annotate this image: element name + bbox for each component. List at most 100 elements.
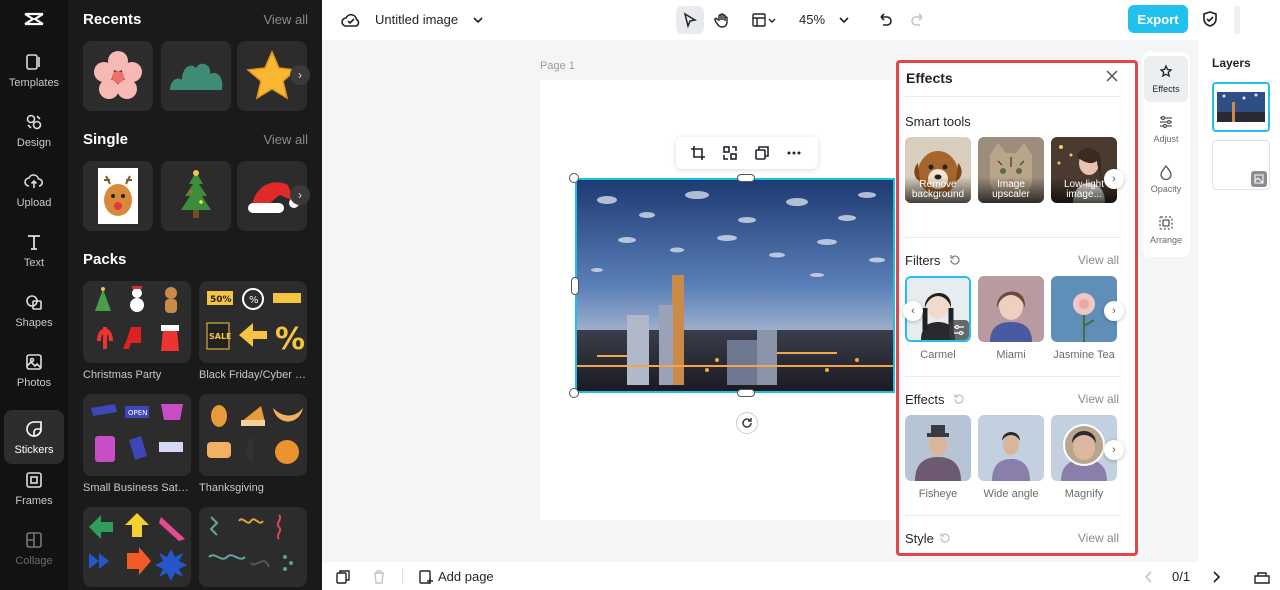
style-heading: Style [905,531,934,546]
resize-handle-bottom[interactable] [737,389,755,397]
rail-label: Templates [8,76,60,89]
prev-page-icon[interactable] [1144,571,1154,583]
capcut-logo[interactable] [22,8,46,32]
rail-item-templates[interactable]: Templates [4,42,64,98]
rail-item-collage[interactable]: Collage [4,520,64,576]
black-friday-pack-icon: 50% % SALE % [206,288,305,357]
divider [905,515,1121,516]
rail-item-design[interactable]: Design [4,102,64,158]
replace-icon[interactable] [722,145,738,161]
zoom-chevron-icon[interactable] [838,14,850,26]
cloud-sync-icon[interactable] [341,11,361,29]
export-button[interactable]: Export [1128,5,1188,33]
smart-tool-image-upscaler[interactable]: Image upscaler [978,137,1044,203]
close-icon[interactable] [1106,70,1118,82]
background-layer-badge [1251,171,1267,187]
duplicate-page-icon[interactable] [336,570,350,584]
tab-adjust[interactable]: Adjust [1144,106,1188,152]
divider [905,237,1121,238]
smart-tool-label: Remove background [905,177,971,203]
reindeer-icon [98,168,138,224]
tab-arrange[interactable]: Arrange [1144,207,1188,253]
svg-text:50%: 50% [210,295,232,305]
arrows-pack-icon [89,513,187,581]
resize-handle-top[interactable] [737,174,755,182]
filters-next-arrow[interactable]: › [1104,301,1124,321]
smart-tools-heading: Smart tools [905,114,971,129]
resize-handle-left[interactable] [571,277,579,295]
pack-black-friday[interactable]: 50% % SALE % [199,281,307,363]
crop-icon[interactable] [690,145,706,161]
filters-view-all[interactable]: View all [1078,253,1119,267]
pack-small-business[interactable]: OPEN [83,394,191,476]
filter-miami[interactable] [978,276,1044,342]
sticker-cloud-plant[interactable] [161,41,231,111]
pack-christmas-party[interactable] [83,281,191,363]
layer-thumbnail-background[interactable] [1212,140,1270,190]
shield-icon[interactable] [1201,10,1219,28]
document-title[interactable]: Untitled image [375,12,458,27]
selected-image-city-skyline[interactable] [575,178,895,393]
pages-overview-icon[interactable] [1254,570,1270,584]
reset-icon[interactable] [939,532,951,544]
add-page-button[interactable]: Add page [438,569,494,584]
recents-next-arrow[interactable]: › [290,65,310,85]
next-page-icon[interactable] [1211,571,1221,583]
resize-handle-bottom-left[interactable] [569,388,579,398]
rail-item-text[interactable]: Text [4,222,64,278]
reset-icon[interactable] [953,393,965,405]
chevron-down-icon[interactable] [472,14,484,26]
effects-next-arrow[interactable]: › [1104,440,1124,460]
rail-item-photos[interactable]: Photos [4,342,64,398]
rail-item-upload[interactable]: Upload [4,162,64,218]
filter-settings-button[interactable] [949,320,969,340]
small-business-pack-icon: OPEN [91,404,183,462]
style-view-all[interactable]: View all [1078,531,1119,545]
delete-page-icon[interactable] [372,570,386,584]
hand-tool-button[interactable] [708,6,736,34]
packs-title: Packs [83,251,127,268]
flower-icon [94,51,142,99]
effects-view-all[interactable]: View all [1078,392,1119,406]
layer-thumbnail-image[interactable] [1212,82,1270,132]
effects-heading: Effects [905,392,945,407]
rail-label: Design [16,136,52,149]
single-view-all[interactable]: View all [263,132,308,147]
tab-opacity[interactable]: Opacity [1144,156,1188,202]
sticker-tree[interactable] [161,161,231,231]
smart-tool-remove-background[interactable]: Remove background [905,137,971,203]
design-icon [26,114,42,129]
pack-label: Thanksgiving [199,482,264,494]
sticker-flower[interactable] [83,41,153,111]
sticker-reindeer[interactable] [83,161,153,231]
zoom-level[interactable]: 45% [799,12,825,27]
rotate-handle[interactable] [736,412,758,434]
tab-effects[interactable]: Effects [1144,56,1188,102]
layout-button[interactable] [746,6,782,34]
add-page-icon[interactable] [418,569,434,585]
pack-arrows[interactable] [83,507,191,587]
single-next-arrow[interactable]: › [290,185,310,205]
cursor-icon [683,12,698,28]
smart-tools-next-arrow[interactable]: › [1104,169,1124,189]
effect-fisheye[interactable] [905,415,971,481]
rail-item-stickers[interactable]: Stickers [4,410,64,464]
select-tool-button[interactable] [676,6,704,34]
miami-filter-preview [978,276,1044,342]
reset-icon[interactable] [949,254,961,266]
recents-view-all[interactable]: View all [263,12,308,27]
more-options-icon[interactable] [786,145,802,161]
duplicate-icon[interactable] [754,145,770,161]
pack-squiggles[interactable] [199,507,307,587]
rail-label: Frames [15,494,53,507]
filters-prev-arrow[interactable]: ‹ [903,301,923,321]
resize-handle-top-left[interactable] [569,173,579,183]
tree-icon [181,170,211,218]
redo-icon[interactable] [910,11,926,27]
rail-item-shapes[interactable]: Shapes [4,282,64,338]
arrange-icon [1159,216,1173,230]
undo-icon[interactable] [877,11,893,27]
pack-thanksgiving[interactable] [199,394,307,476]
effect-wide-angle[interactable] [978,415,1044,481]
rail-item-frames[interactable]: Frames [4,460,64,516]
